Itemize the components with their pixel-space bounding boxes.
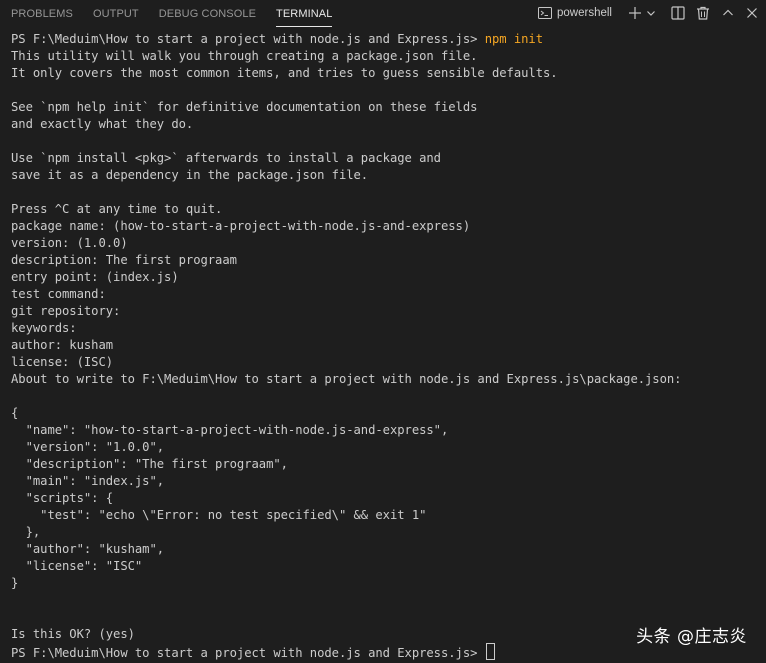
terminal-final-prompt: PS F:\Meduim\How to start a project with… <box>11 646 485 660</box>
terminal-line: "description": "The first prograam", <box>11 457 288 471</box>
terminal-line: }, <box>11 525 41 539</box>
tab-problems[interactable]: PROBLEMS <box>11 0 73 28</box>
terminal-line: author: kusham <box>11 338 114 352</box>
terminal-line: "license": "ISC" <box>11 559 143 573</box>
terminal-line: entry point: (index.js) <box>11 270 179 284</box>
panel-actions: powershell <box>537 0 766 26</box>
split-icon <box>671 6 685 20</box>
terminal-line: "main": "index.js", <box>11 474 165 488</box>
shell-label: powershell <box>557 7 612 19</box>
terminal-selector[interactable]: powershell <box>537 2 620 24</box>
terminal-line: About to write to F:\Meduim\How to start… <box>11 372 682 386</box>
terminal-line: Press ^C at any time to quit. <box>11 202 223 216</box>
split-terminal-button[interactable] <box>666 2 690 24</box>
terminal-prompt: PS F:\Meduim\How to start a project with… <box>11 32 485 46</box>
terminal-line: save it as a dependency in the package.j… <box>11 168 369 182</box>
terminal-line: license: (ISC) <box>11 355 114 369</box>
maximize-panel-button[interactable] <box>716 2 740 24</box>
terminal-line: It only covers the most common items, an… <box>11 66 558 80</box>
tab-terminal[interactable]: TERMINAL <box>276 0 333 28</box>
terminal-output[interactable]: PS F:\Meduim\How to start a project with… <box>11 31 761 660</box>
terminal-line: "scripts": { <box>11 491 114 505</box>
terminal-line: keywords: <box>11 321 77 335</box>
terminal-line: test command: <box>11 287 106 301</box>
terminal-icon <box>537 5 553 21</box>
terminal-line: Use `npm install <pkg>` afterwards to in… <box>11 151 441 165</box>
tab-debug-console[interactable]: DEBUG CONSOLE <box>159 0 256 28</box>
terminal-line: } <box>11 576 19 590</box>
terminal-line: See `npm help init` for definitive docum… <box>11 100 478 114</box>
chevron-down-icon <box>646 8 656 18</box>
terminal-line: "version": "1.0.0", <box>11 440 165 454</box>
terminal-line: git repository: <box>11 304 121 318</box>
terminal-panel: PROBLEMS OUTPUT DEBUG CONSOLE TERMINAL p… <box>0 0 766 663</box>
terminal-output-lines: This utility will walk you through creat… <box>11 48 761 643</box>
terminal-line: package name: (how-to-start-a-project-wi… <box>11 219 471 233</box>
terminal-line: "test": "echo \"Error: no test specified… <box>11 508 427 522</box>
terminal-cursor <box>485 643 495 660</box>
watermark: 头条 @庄志炎 <box>636 627 747 647</box>
terminal-prompt-line: PS F:\Meduim\How to start a project with… <box>11 31 761 48</box>
terminal-line: version: (1.0.0) <box>11 236 128 250</box>
panel-tab-bar: PROBLEMS OUTPUT DEBUG CONSOLE TERMINAL p… <box>0 0 766 28</box>
close-icon <box>746 7 758 19</box>
kill-terminal-button[interactable] <box>690 2 716 24</box>
terminal-line: This utility will walk you through creat… <box>11 49 478 63</box>
close-panel-button[interactable] <box>740 2 764 24</box>
terminal-command: npm init <box>484 32 544 46</box>
terminal-line: { <box>11 406 19 420</box>
panel-tabs: PROBLEMS OUTPUT DEBUG CONSOLE TERMINAL <box>0 0 352 28</box>
terminal-line: "author": "kusham", <box>11 542 165 556</box>
terminal-line: and exactly what they do. <box>11 117 194 131</box>
launch-profile-button[interactable] <box>644 2 658 24</box>
trash-icon <box>696 6 710 20</box>
new-terminal-button[interactable] <box>626 2 644 24</box>
chevron-up-icon <box>722 7 734 19</box>
tab-output[interactable]: OUTPUT <box>93 0 139 28</box>
terminal-line: "name": "how-to-start-a-project-with-nod… <box>11 423 449 437</box>
plus-icon <box>628 6 642 20</box>
terminal-line: description: The first prograam <box>11 253 237 267</box>
